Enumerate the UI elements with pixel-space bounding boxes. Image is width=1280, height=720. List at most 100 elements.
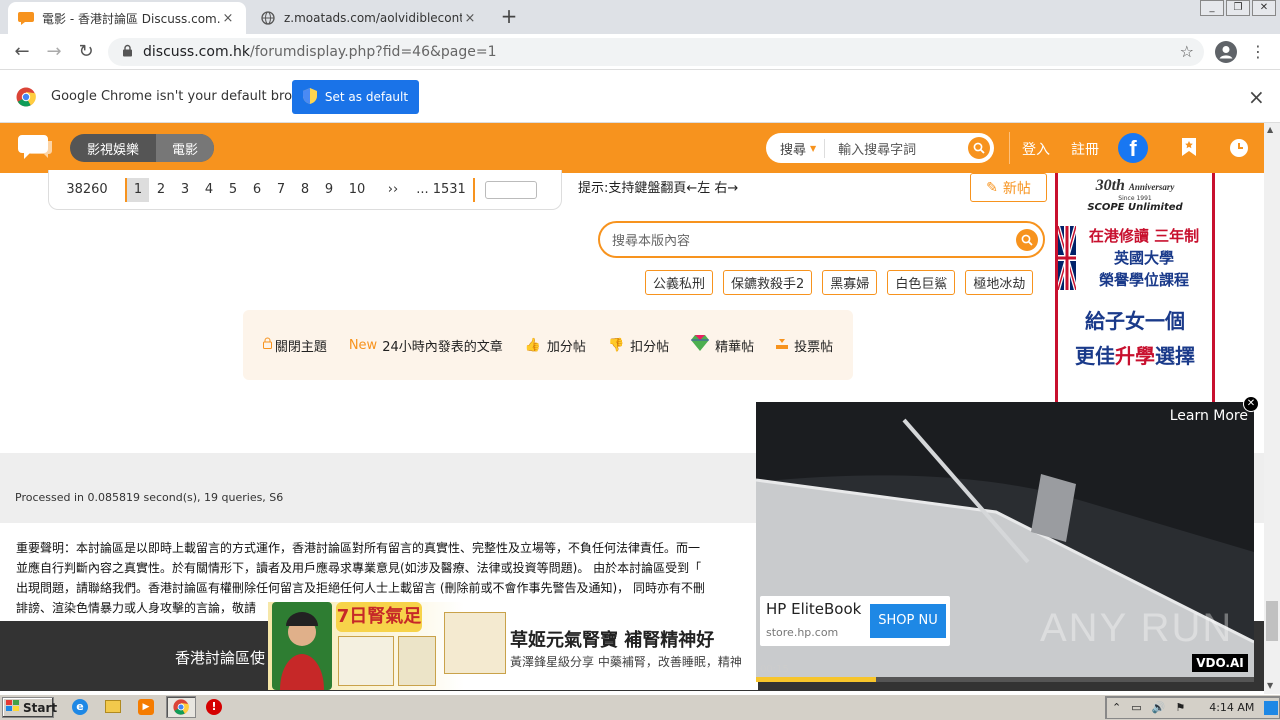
nav-movies[interactable]: 電影 [156, 134, 214, 162]
bookmark-icon[interactable] [1182, 138, 1196, 160]
facebook-icon[interactable]: f [1118, 133, 1148, 163]
filter-upvoted[interactable]: 👍 加分帖 [525, 336, 586, 355]
show-desktop-icon[interactable] [1264, 700, 1279, 715]
close-window-icon[interactable]: ✕ [1252, 0, 1276, 16]
filter-24h[interactable]: New 24小時內發表的文章 [349, 336, 503, 355]
tab-discuss[interactable]: 電影 - 香港討論區 Discuss.com.hk - × [8, 2, 246, 34]
page-jump-input[interactable] [485, 180, 537, 199]
scroll-down-icon[interactable]: ▼ [1267, 681, 1273, 690]
ie-icon[interactable]: e [72, 699, 88, 715]
tag-button[interactable]: 公義私刑 [645, 270, 714, 295]
page-link[interactable]: 10 [341, 182, 373, 197]
filter-downvoted[interactable]: 👎 扣分帖 [608, 336, 669, 355]
filter-label: 關閉主題 [274, 339, 327, 355]
filter-label: 扣分帖 [630, 339, 670, 355]
scroll-thumb[interactable] [1266, 601, 1278, 641]
banner-title: 草姬元氣腎寶 補腎精神好 [510, 630, 715, 651]
chrome-taskbar-button[interactable] [166, 696, 196, 718]
page-link[interactable]: 3 [173, 182, 197, 197]
ad-card[interactable]: HP EliteBook store.hp.com SHOP NU [760, 596, 950, 646]
minimize-icon[interactable]: _ [1200, 0, 1224, 16]
filter-label: 精華帖 [715, 339, 755, 355]
new-post-button[interactable]: ✎ 新帖 [970, 173, 1047, 202]
search-icon[interactable] [968, 137, 990, 159]
hot-tags: 公義私刑 保鑣救殺手2 黑寡婦 白色巨鯊 極地冰劫 [645, 270, 1034, 295]
learn-more-link[interactable]: Learn More [1170, 408, 1248, 424]
scroll-up-icon[interactable]: ▲ [1267, 125, 1273, 134]
filter-closed[interactable]: 關閉主題 [262, 336, 327, 355]
volume-icon[interactable]: 🔊 [1152, 701, 1166, 714]
filter-essence[interactable]: 精華帖 [691, 335, 754, 355]
folder-icon[interactable] [105, 700, 121, 713]
banner-ad[interactable]: 7日腎氣足 草姬元氣腎寶 補腎精神好 黃澤鋒星級分享 中藥補腎，改善睡眠，精神 [268, 602, 758, 690]
last-page-link[interactable]: ... 1531 [413, 182, 469, 197]
tab-close-icon[interactable]: × [220, 11, 236, 26]
video-ad-player[interactable]: Learn More HP EliteBook store.hp.com SHO… [756, 402, 1254, 682]
side-ad[interactable]: 30th Anniversary Since 1991 SCOPE Unlimi… [1055, 173, 1215, 403]
tray-expand-icon[interactable]: ⌃ [1112, 701, 1121, 714]
video-progress-track[interactable] [756, 677, 1254, 682]
shop-now-button[interactable]: SHOP NU [870, 604, 946, 638]
chat-bubble-icon [18, 10, 34, 26]
set-as-default-button[interactable]: Set as default [292, 80, 419, 114]
close-ad-icon[interactable]: ✕ [1243, 396, 1259, 412]
action-center-flag-icon[interactable]: ⚑ [1175, 701, 1185, 714]
window-controls: _ ❐ ✕ [1200, 0, 1276, 18]
ad-line5: 更佳升學選擇 [1058, 340, 1212, 369]
vdo-ai-logo: VDO.AI [1192, 654, 1248, 672]
media-player-icon[interactable]: ▶ [138, 699, 154, 715]
page-current[interactable]: 1 [127, 177, 149, 202]
profile-avatar-icon[interactable] [1215, 41, 1237, 63]
thumbs-up-icon: 👍 [524, 337, 541, 353]
login-link[interactable]: 登入 [1022, 139, 1050, 159]
windows-logo-icon [6, 700, 20, 715]
register-link[interactable]: 註冊 [1071, 139, 1099, 159]
filter-poll[interactable]: 投票帖 [776, 336, 833, 355]
bookmark-star-icon[interactable]: ☆ [1180, 42, 1194, 61]
ad-since: Since 1991 [1118, 195, 1152, 202]
page-link[interactable]: 4 [197, 182, 221, 197]
page-link[interactable]: 6 [245, 182, 269, 197]
tab-moatads[interactable]: z.moatads.com/aolvidiblecontent859 × [250, 2, 488, 34]
ad-anniversary-word: Anniversary [1128, 182, 1175, 192]
clock[interactable]: 4:14 AM [1209, 701, 1254, 714]
antivirus-icon[interactable]: ! [206, 699, 222, 715]
forward-arrow-icon[interactable]: → [44, 42, 64, 62]
restore-icon[interactable]: ❐ [1226, 0, 1250, 16]
forum-search-input[interactable]: 搜尋本版內容 [598, 221, 1045, 258]
tag-button[interactable]: 保鑣救殺手2 [723, 270, 813, 295]
search-scope-select[interactable]: 搜尋 ▼ [766, 138, 826, 158]
page-link[interactable]: 9 [317, 182, 341, 197]
tag-button[interactable]: 黑寡婦 [822, 270, 878, 295]
network-icon[interactable]: ▭ [1131, 701, 1141, 714]
start-button[interactable]: Start [2, 697, 57, 718]
page-link[interactable]: 2 [149, 182, 173, 197]
history-clock-icon[interactable] [1229, 138, 1249, 162]
forum-search-placeholder: 搜尋本版內容 [612, 234, 691, 249]
pager-divider [473, 177, 475, 202]
set-as-default-label: Set as default [324, 90, 409, 104]
page-link[interactable]: 5 [221, 182, 245, 197]
site-search-input[interactable]: 輸入搜尋字詞 [825, 139, 968, 158]
reload-icon[interactable]: ↻ [76, 42, 96, 62]
discuss-logo-icon[interactable] [18, 133, 52, 167]
infobar-close-icon[interactable]: × [1248, 85, 1265, 109]
new-tab-button[interactable]: + [498, 5, 520, 27]
page-link[interactable]: 7 [269, 182, 293, 197]
back-arrow-icon[interactable]: ← [12, 42, 32, 62]
menu-kebab-icon[interactable]: ⋮ [1250, 42, 1266, 61]
next-page-link[interactable]: ›› [373, 182, 413, 197]
nav-entertainment[interactable]: 影視娛樂 [70, 134, 156, 162]
ad-line5c: 選擇 [1155, 344, 1195, 368]
ad-line5a: 更佳 [1075, 344, 1115, 368]
page-scrollbar[interactable]: ▲ ▼ [1264, 123, 1280, 694]
tag-button[interactable]: 極地冰劫 [965, 270, 1034, 295]
page-link[interactable]: 8 [293, 182, 317, 197]
product-box-image [338, 636, 394, 686]
ad-anniversary-number: 30th [1095, 177, 1125, 194]
tab-close-icon[interactable]: × [462, 11, 478, 26]
address-bar[interactable]: discuss.com.hk/forumdisplay.php?fid=46&p… [108, 38, 1204, 66]
tag-button[interactable]: 白色巨鯊 [887, 270, 956, 295]
search-icon[interactable] [1016, 228, 1038, 251]
site-header: 影視娛樂 電影 搜尋 ▼ 輸入搜尋字詞 登入 註冊 f [0, 123, 1264, 173]
